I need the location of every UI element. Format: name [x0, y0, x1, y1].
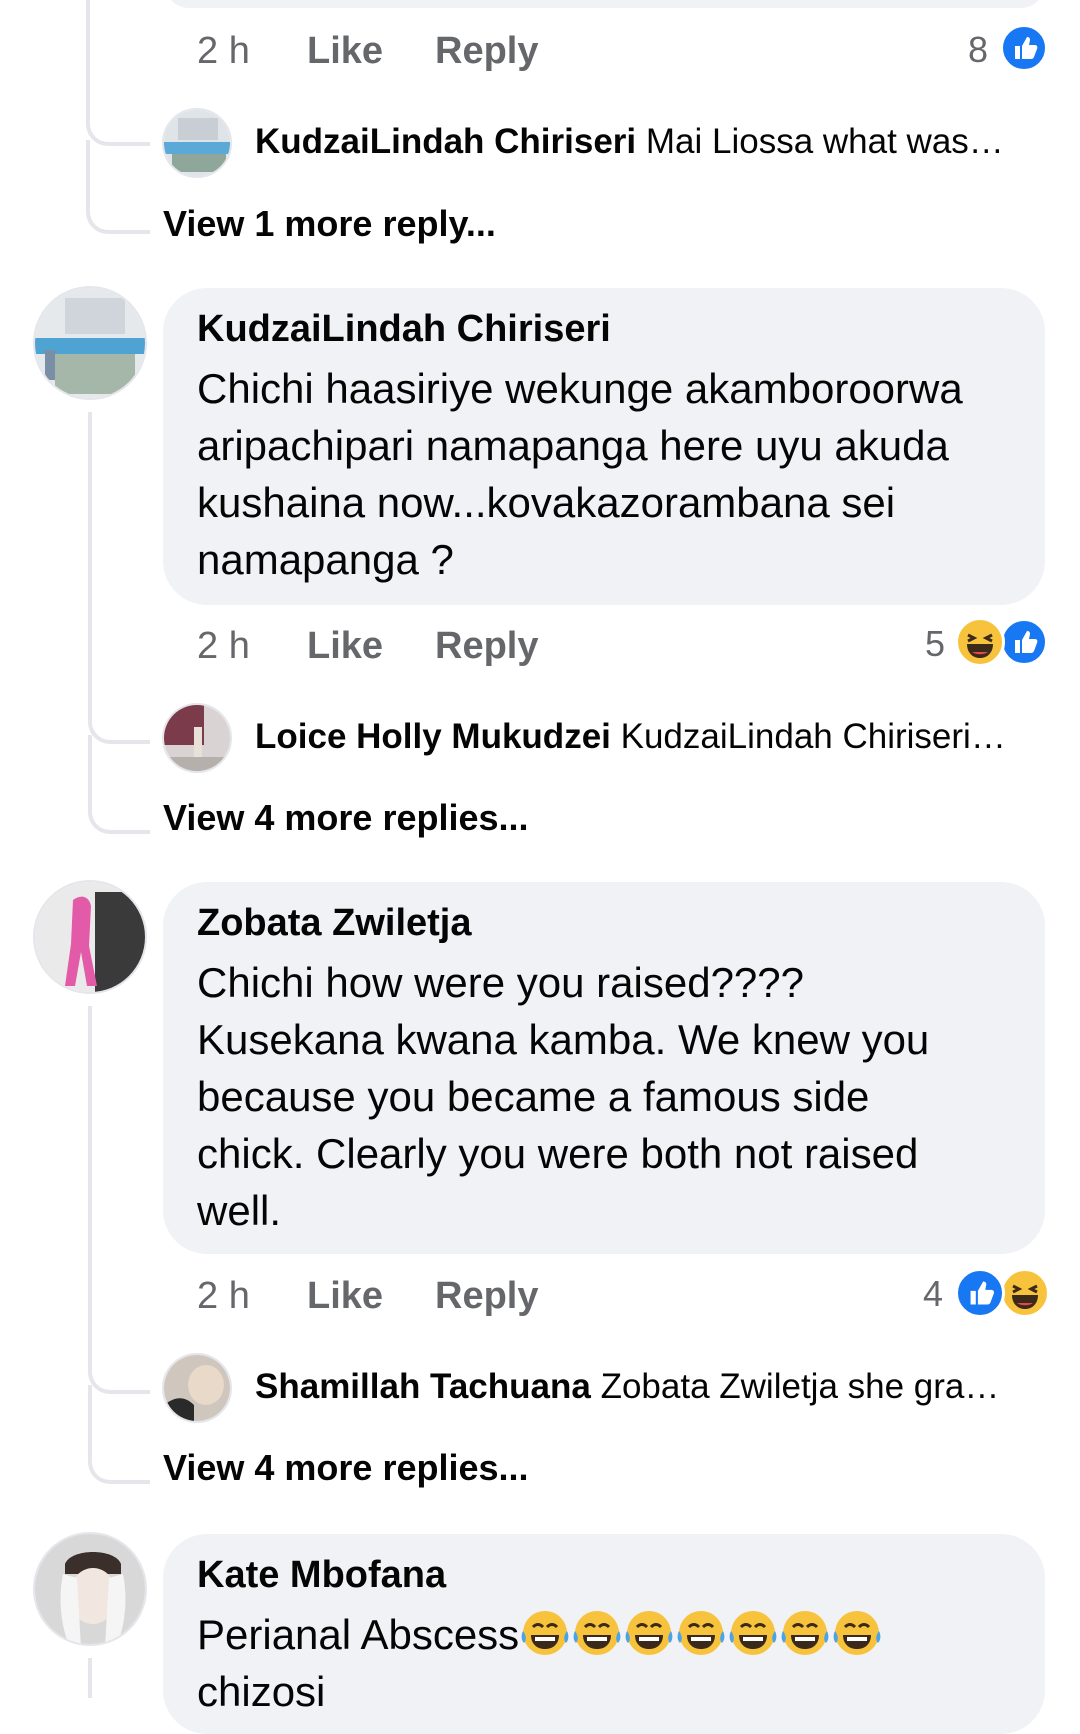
like-icon	[1000, 24, 1048, 72]
view-more-replies[interactable]: View 1 more reply...	[163, 203, 496, 245]
like-button[interactable]: Like	[307, 1275, 383, 1318]
comment-time: 2 h	[197, 1275, 250, 1317]
comment-text-main: Perianal Abscess	[197, 1611, 520, 1658]
reaction-count[interactable]: 4	[923, 1273, 943, 1315]
reply-snippet: Zobata Zwiletja she gra…	[600, 1367, 1000, 1406]
avatar	[162, 108, 232, 178]
comment-bubble: KudzaiLindah Chiriseri Chichi haasiriye …	[163, 288, 1045, 605]
thread-line	[88, 412, 92, 697]
avatar	[162, 703, 232, 773]
reply-preview[interactable]: Shamillah Tachuana Zobata Zwiletja she g…	[255, 1367, 1055, 1407]
haha-icon	[1000, 1268, 1050, 1318]
comment-text: Chichi haasiriye wekunge akamboroorwa ar…	[197, 365, 963, 583]
like-button[interactable]: Like	[307, 625, 383, 668]
tears-of-joy-emoji	[571, 1607, 623, 1659]
reply-author[interactable]: Loice Holly Mukudzei	[255, 717, 611, 756]
thread-line	[88, 1006, 92, 1361]
reaction-count[interactable]: 5	[925, 623, 945, 665]
comment-author[interactable]: KudzaiLindah Chiriseri	[197, 308, 611, 351]
avatar[interactable]	[33, 880, 147, 994]
tears-of-joy-emoji	[779, 1607, 831, 1659]
comment-author[interactable]: Zobata Zwiletja	[197, 902, 471, 945]
comment-bubble: Zobata Zwiletja Chichi how were you rais…	[163, 882, 1045, 1254]
tears-of-joy-emoji	[831, 1607, 883, 1659]
reply-preview[interactable]: Loice Holly Mukudzei KudzaiLindah Chiris…	[255, 717, 1055, 757]
reply-button[interactable]: Reply	[435, 1275, 538, 1318]
reply-button[interactable]: Reply	[435, 30, 538, 73]
haha-icon	[955, 617, 1005, 667]
view-more-connector	[88, 735, 150, 834]
reply-author[interactable]: Shamillah Tachuana	[255, 1367, 591, 1406]
tears-of-joy-emoji	[623, 1607, 675, 1659]
tears-of-joy-emoji	[727, 1607, 779, 1659]
reply-preview[interactable]: KudzaiLindah Chiriseri Mai Liossa what w…	[255, 122, 1055, 162]
comment-time: 2 h	[197, 625, 250, 667]
view-more-connector	[86, 140, 150, 234]
comment-text: Perianal Abscess	[197, 1606, 1037, 1663]
comment-text-continuation: chizosi	[197, 1668, 326, 1715]
reply-snippet: Mai Liossa what was…	[645, 122, 1004, 161]
view-more-connector	[88, 1385, 150, 1484]
comment-bubble: Kate Mbofana Perianal Abscess chizosi	[163, 1534, 1045, 1734]
avatar	[162, 1353, 232, 1423]
prev-comment-bubble-edge	[165, 0, 1045, 8]
comment-time: 2 h	[197, 30, 250, 72]
like-icon	[955, 1268, 1005, 1318]
reply-button[interactable]: Reply	[435, 625, 538, 668]
avatar[interactable]	[33, 286, 147, 400]
reply-author[interactable]: KudzaiLindah Chiriseri	[255, 122, 636, 161]
reply-snippet: KudzaiLindah Chiriseri…	[620, 717, 1006, 756]
avatar[interactable]	[33, 1532, 147, 1646]
thread-line	[86, 0, 90, 112]
like-icon	[1000, 618, 1048, 666]
reaction-count[interactable]: 8	[968, 29, 988, 71]
emoji-row	[519, 1611, 883, 1658]
view-more-replies[interactable]: View 4 more replies...	[163, 1447, 529, 1489]
thread-line	[88, 1658, 92, 1698]
tears-of-joy-emoji	[675, 1607, 727, 1659]
tears-of-joy-emoji	[519, 1607, 571, 1659]
comment-text: Chichi how were you raised???? Kusekana …	[197, 959, 930, 1234]
comment-author[interactable]: Kate Mbofana	[197, 1554, 446, 1597]
view-more-replies[interactable]: View 4 more replies...	[163, 797, 529, 839]
like-button[interactable]: Like	[307, 30, 383, 73]
